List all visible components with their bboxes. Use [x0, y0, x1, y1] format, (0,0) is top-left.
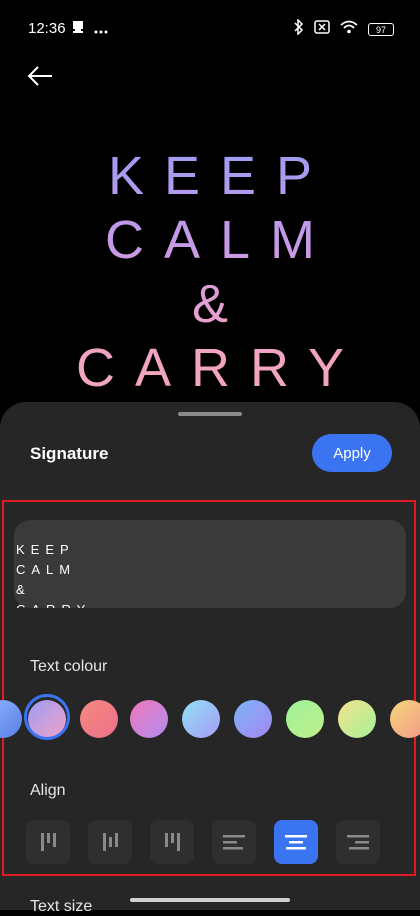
- sheet-drag-handle[interactable]: [178, 412, 242, 416]
- align-center-button[interactable]: [274, 820, 318, 864]
- preview-line: CARRY: [75, 338, 365, 398]
- colour-swatch[interactable]: [0, 700, 22, 738]
- back-button[interactable]: [26, 62, 54, 90]
- align-label: Align: [30, 782, 66, 799]
- colour-swatch-row: [0, 694, 420, 744]
- bluetooth-icon: [294, 18, 304, 40]
- selected-swatch-ring: [24, 694, 70, 740]
- signature-sheet: Signature Apply KEEP CALM & CARRY Text c…: [0, 402, 420, 915]
- preview-line: KEEP: [107, 146, 333, 206]
- align-vertical-right-button[interactable]: [150, 820, 194, 864]
- colour-swatch[interactable]: [130, 700, 168, 738]
- text-size-label: Text size: [30, 898, 93, 915]
- more-icon: [94, 21, 108, 39]
- align-right-icon: [347, 835, 369, 850]
- align-center-icon: [285, 835, 307, 850]
- sheet-title: Signature: [30, 444, 109, 463]
- notification-icon: [72, 20, 84, 39]
- align-vertical-right-icon: [165, 833, 180, 851]
- arrow-left-icon: [27, 66, 52, 86]
- align-left-icon: [223, 835, 245, 850]
- signature-preview: KEEP CALM & CARRY: [0, 144, 420, 400]
- apply-button[interactable]: Apply: [312, 434, 392, 472]
- gesture-nav-bar[interactable]: [130, 898, 290, 902]
- preview-line: CALM: [104, 210, 336, 270]
- colour-swatch[interactable]: [80, 700, 118, 738]
- align-vertical-left-button[interactable]: [26, 820, 70, 864]
- battery-icon: 97: [368, 23, 394, 36]
- colour-swatch[interactable]: [234, 700, 272, 738]
- no-sim-icon: [314, 20, 330, 39]
- preview-line: &: [191, 274, 249, 334]
- align-options-row: [0, 820, 420, 866]
- status-bar: 12:36 97: [0, 0, 420, 56]
- colour-swatch[interactable]: [182, 700, 220, 738]
- status-time: 12:36: [28, 20, 66, 37]
- colour-swatch[interactable]: [338, 700, 376, 738]
- align-vertical-center-button[interactable]: [88, 820, 132, 864]
- align-right-button[interactable]: [336, 820, 380, 864]
- align-vertical-center-icon: [103, 833, 118, 851]
- signature-input-text[interactable]: KEEP CALM & CARRY: [16, 540, 216, 608]
- align-left-button[interactable]: [212, 820, 256, 864]
- text-colour-label: Text colour: [30, 658, 108, 675]
- colour-swatch[interactable]: [286, 700, 324, 738]
- colour-swatch[interactable]: [390, 700, 420, 738]
- wifi-icon: [340, 20, 358, 39]
- align-vertical-left-icon: [41, 833, 56, 851]
